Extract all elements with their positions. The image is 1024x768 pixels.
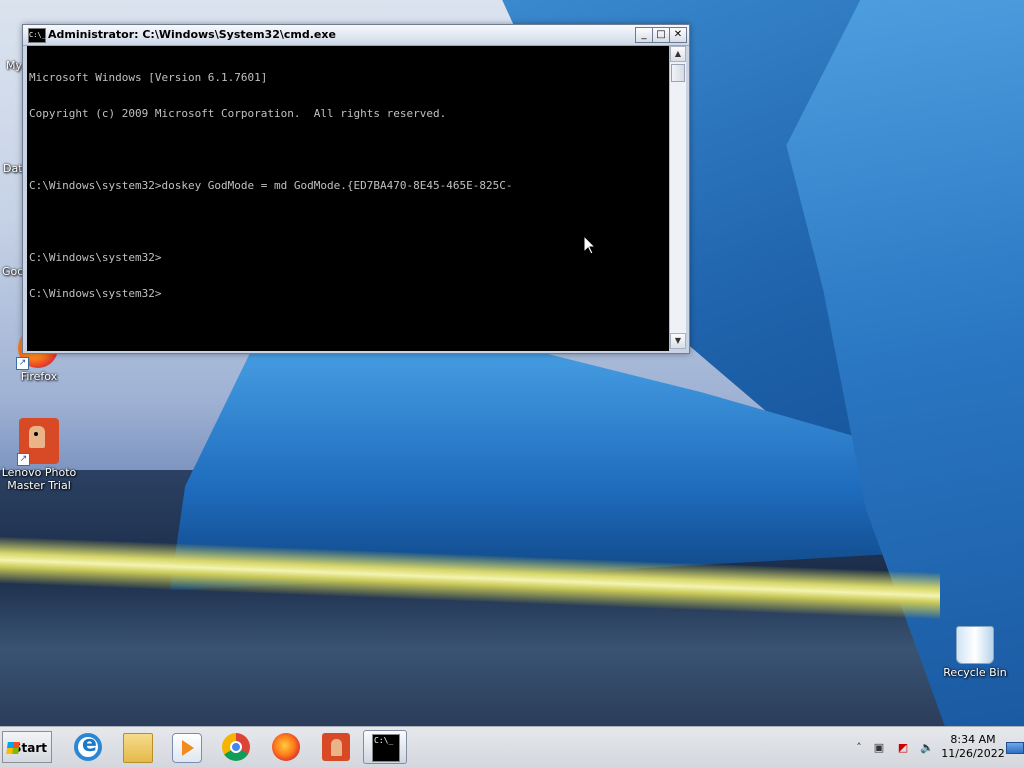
desktop-icon-label-partial: Dat — [3, 162, 23, 175]
desktop-icon-label: Recycle Bin — [943, 666, 1007, 679]
desktop-icon-recycle-bin[interactable]: Recycle Bin — [936, 626, 1014, 679]
language-flag-icon[interactable] — [1006, 742, 1024, 754]
taskbar-item-lenovo-photo-master[interactable] — [314, 730, 358, 764]
shortcut-arrow-icon: ↗ — [16, 357, 29, 370]
maximize-button[interactable]: □ — [652, 27, 670, 43]
lenovo-photo-master-icon — [322, 733, 350, 761]
console-line: C:\Windows\system32> — [29, 251, 162, 264]
start-button[interactable]: Start — [2, 731, 52, 763]
vertical-scrollbar[interactable]: ▲ ▼ — [669, 46, 686, 349]
console-line: C:\Windows\system32>doskey GodMode = md … — [29, 179, 513, 192]
folder-icon — [123, 733, 153, 763]
media-player-icon — [172, 733, 202, 763]
action-center-icon[interactable]: ▣ — [872, 741, 886, 755]
window-title: Administrator: C:\Windows\System32\cmd.e… — [48, 28, 336, 41]
taskbar-item-media-player[interactable] — [164, 730, 208, 764]
desktop-icon-label-partial: My — [6, 59, 23, 72]
close-button[interactable]: ✕ — [669, 27, 687, 43]
shortcut-arrow-icon: ↗ — [17, 453, 30, 466]
volume-icon[interactable]: 🔈 — [920, 741, 934, 755]
taskbar-item-internet-explorer[interactable] — [66, 730, 110, 764]
internet-explorer-icon — [74, 732, 102, 761]
window-titlebar[interactable]: C:\_ Administrator: C:\Windows\System32\… — [23, 25, 689, 46]
chrome-icon — [222, 733, 250, 761]
lenovo-photo-master-icon: ↗ — [17, 418, 59, 466]
console-line: C:\Windows\system32> — [29, 287, 162, 300]
console-output[interactable]: Microsoft Windows [Version 6.1.7601] Cop… — [27, 46, 669, 351]
clock-time: 8:34 AM — [950, 733, 996, 746]
network-icon[interactable]: ◩ — [896, 741, 910, 755]
console-line: Copyright (c) 2009 Microsoft Corporation… — [29, 107, 447, 120]
cmd-window-icon[interactable]: C:\_ — [28, 28, 46, 43]
taskbar-item-file-explorer[interactable] — [115, 730, 159, 764]
taskbar-item-cmd[interactable]: C:\_ — [363, 730, 407, 764]
desktop-icon-label: Firefox — [20, 370, 58, 383]
taskbar: Start C:\_ ˄ ▣ ◩ 🔈 8:34 AM 11/26/2022 — [0, 726, 1024, 768]
scroll-up-arrow-icon[interactable]: ▲ — [670, 46, 686, 62]
desktop-icon-label-partial: Goo — [2, 265, 24, 278]
desktop-icon-label: Lenovo Photo Master Trial — [1, 466, 77, 492]
windows-logo-icon — [6, 742, 20, 754]
clock-date: 11/26/2022 — [941, 747, 1005, 760]
taskbar-item-chrome[interactable] — [214, 730, 258, 764]
show-hidden-icons-button[interactable]: ˄ — [852, 741, 866, 755]
cmd-icon: C:\_ — [372, 734, 400, 762]
clock[interactable]: 8:34 AM 11/26/2022 — [940, 733, 1006, 761]
scroll-down-arrow-icon[interactable]: ▼ — [670, 333, 686, 349]
recycle-bin-icon — [956, 626, 994, 664]
console-line: Microsoft Windows [Version 6.1.7601] — [29, 71, 268, 84]
cmd-window[interactable]: C:\_ Administrator: C:\Windows\System32\… — [22, 24, 690, 354]
scrollbar-thumb[interactable] — [671, 64, 685, 82]
taskbar-item-firefox[interactable] — [264, 730, 308, 764]
firefox-icon — [272, 733, 300, 761]
desktop-icon-lenovo-photo-master[interactable]: ↗ Lenovo Photo Master Trial — [0, 418, 78, 492]
minimize-button[interactable]: _ — [635, 27, 653, 43]
